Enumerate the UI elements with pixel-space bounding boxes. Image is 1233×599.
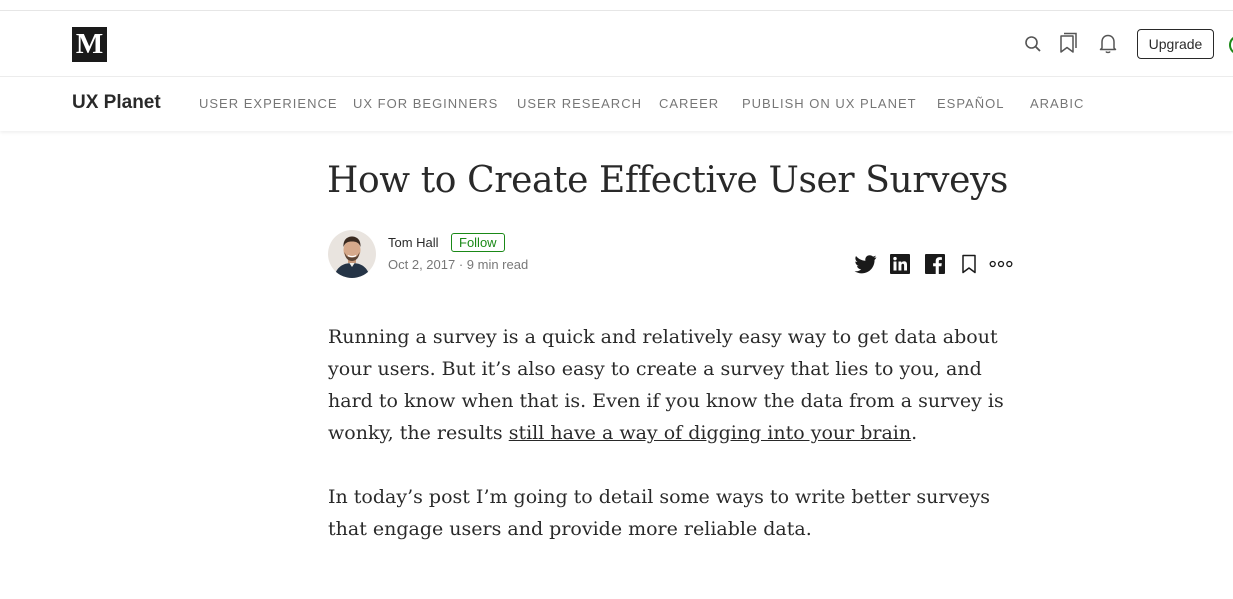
bookmark-icon[interactable] <box>957 253 981 275</box>
nav-item-arabic[interactable]: ARABIC <box>1030 96 1084 111</box>
inline-link[interactable]: still have a way of digging into your br… <box>509 422 911 444</box>
paragraph-1-end: . <box>911 422 918 444</box>
nav-item-career[interactable]: CAREER <box>659 96 719 111</box>
publication-name[interactable]: UX Planet <box>72 92 161 114</box>
publication-nav: UX Planet USER EXPERIENCE UX FOR BEGINNE… <box>0 77 1233 131</box>
nav-item-publish-on-ux-planet[interactable]: PUBLISH ON UX PLANET <box>742 96 917 111</box>
nav-item-user-research[interactable]: USER RESEARCH <box>517 96 642 111</box>
nav-item-user-experience[interactable]: USER EXPERIENCE <box>199 96 338 111</box>
bookmarks-icon[interactable] <box>1057 32 1079 54</box>
follow-button[interactable]: Follow <box>451 233 505 252</box>
search-icon[interactable] <box>1022 33 1044 55</box>
article-paragraph-2: In today’s post I’m going to detail some… <box>328 486 990 540</box>
author-avatar[interactable] <box>328 230 376 278</box>
nav-item-ux-for-beginners[interactable]: UX FOR BEGINNERS <box>353 96 498 111</box>
medium-logo[interactable]: M <box>72 27 107 62</box>
article-title: How to Create Effective User Surveys <box>327 160 1008 201</box>
more-icon[interactable] <box>989 253 1013 275</box>
bell-icon[interactable] <box>1097 32 1119 54</box>
twitter-icon[interactable] <box>853 253 877 275</box>
user-avatar[interactable] <box>1229 35 1233 55</box>
meta-separator: · <box>455 257 467 272</box>
article-meta: Oct 2, 2017 · 9 min read <box>388 257 528 272</box>
top-bar: M Upgrade <box>0 11 1233 76</box>
publish-date[interactable]: Oct 2, 2017 <box>388 257 455 272</box>
facebook-icon[interactable] <box>923 253 947 275</box>
article-paragraph-1: Running a survey is a quick and relative… <box>328 321 1018 449</box>
nav-item-espanol[interactable]: ESPAÑOL <box>937 96 1004 111</box>
upgrade-button[interactable]: Upgrade <box>1137 29 1214 59</box>
linkedin-icon[interactable] <box>888 253 912 275</box>
author-name[interactable]: Tom Hall <box>388 235 439 250</box>
read-time: 9 min read <box>466 257 529 272</box>
